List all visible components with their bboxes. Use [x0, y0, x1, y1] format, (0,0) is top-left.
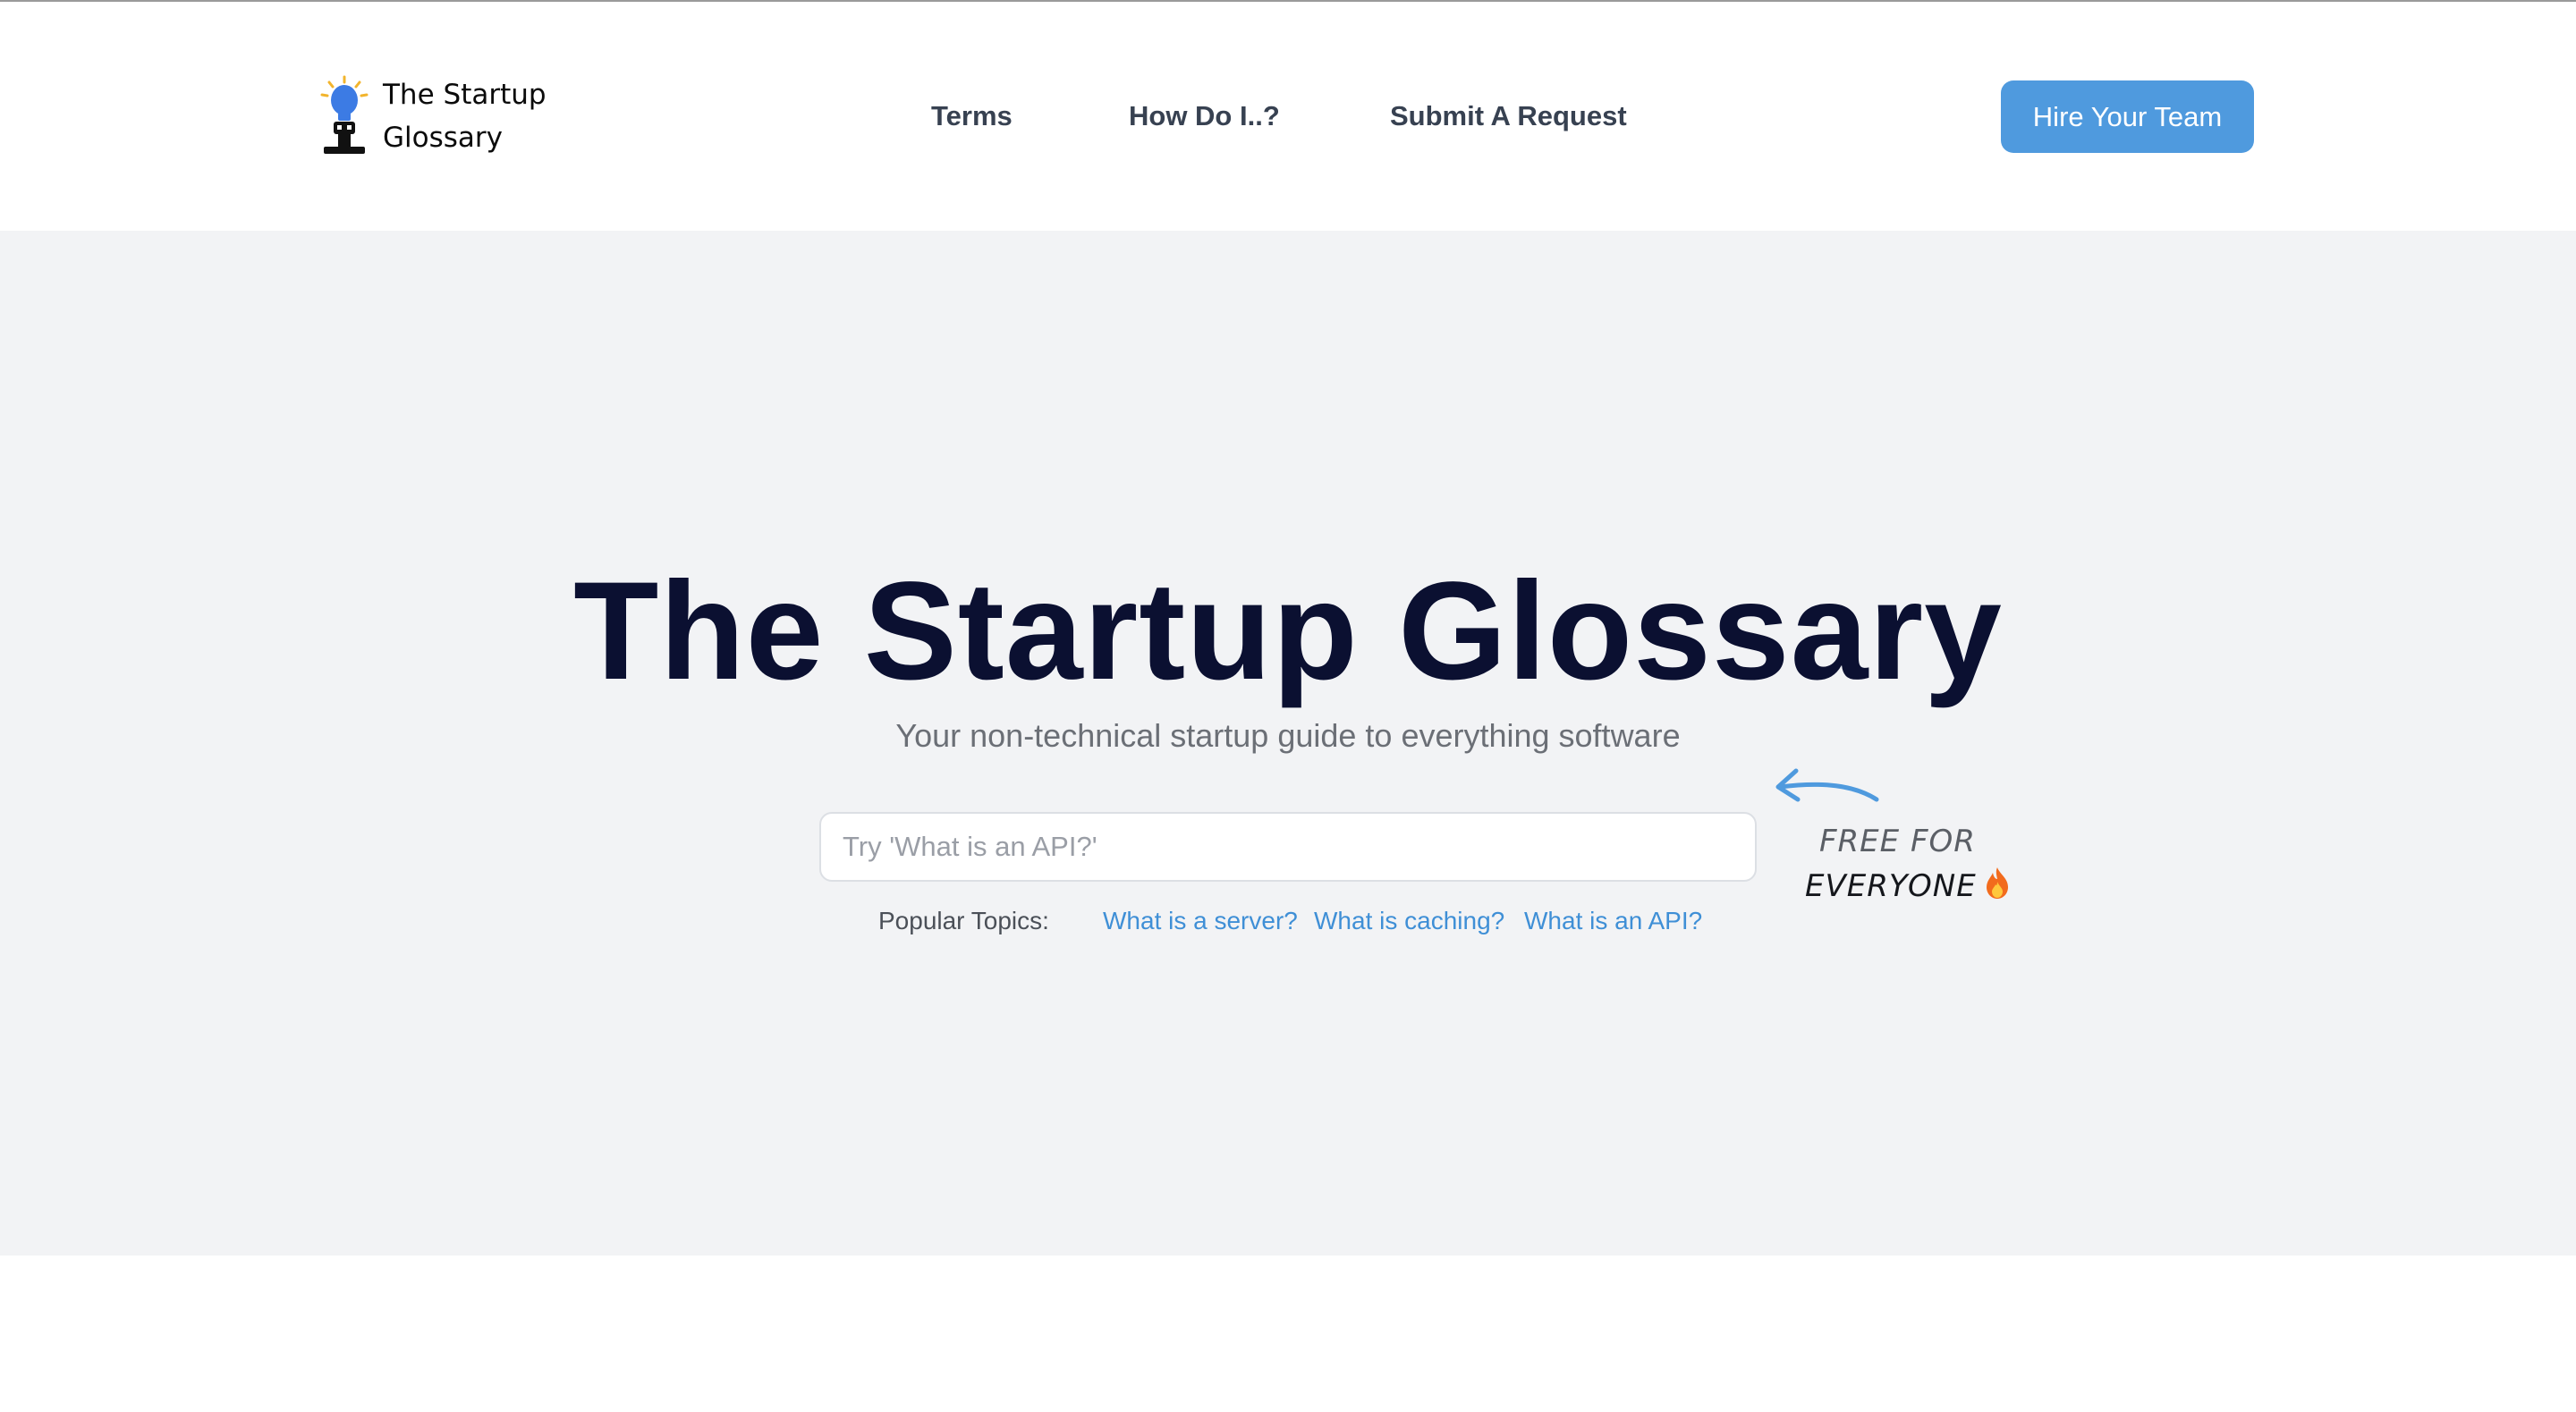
search-input[interactable] [819, 812, 1757, 882]
hero-section: The Startup Glossary Your non-technical … [0, 231, 2576, 1256]
free-for-everyone-note: FREE FOR EVERYONE [1805, 819, 2038, 909]
topic-link-server[interactable]: What is a server? [1103, 901, 1298, 941]
page: The Startup Glossary Terms How Do I..? Su… [0, 0, 2576, 1412]
hire-your-team-button[interactable]: Hire Your Team [2001, 80, 2254, 153]
topic-link-api[interactable]: What is an API? [1524, 901, 1702, 941]
fire-icon [1986, 867, 2008, 899]
popular-topics: Popular Topics: What is a server? What i… [0, 901, 2576, 941]
nav-link-submit-request[interactable]: Submit A Request [1390, 95, 1627, 138]
topic-link-caching[interactable]: What is caching? [1314, 901, 1504, 941]
free-note-line2-text: EVERYONE [1805, 868, 1977, 904]
free-note-line2: EVERYONE [1805, 864, 2038, 909]
hero-subtitle: Your non-technical startup guide to ever… [895, 717, 1681, 754]
popular-topics-label: Popular Topics: [878, 907, 1049, 934]
free-note-line1: FREE FOR [1819, 824, 1976, 859]
hero-title: The Startup Glossary [573, 554, 2003, 709]
curved-arrow-icon [1775, 768, 1879, 802]
site-header: The Startup Glossary Terms How Do I..? Su… [0, 2, 2576, 231]
nav-link-terms[interactable]: Terms [931, 95, 1013, 138]
nav-link-how-do-i[interactable]: How Do I..? [1129, 95, 1280, 138]
